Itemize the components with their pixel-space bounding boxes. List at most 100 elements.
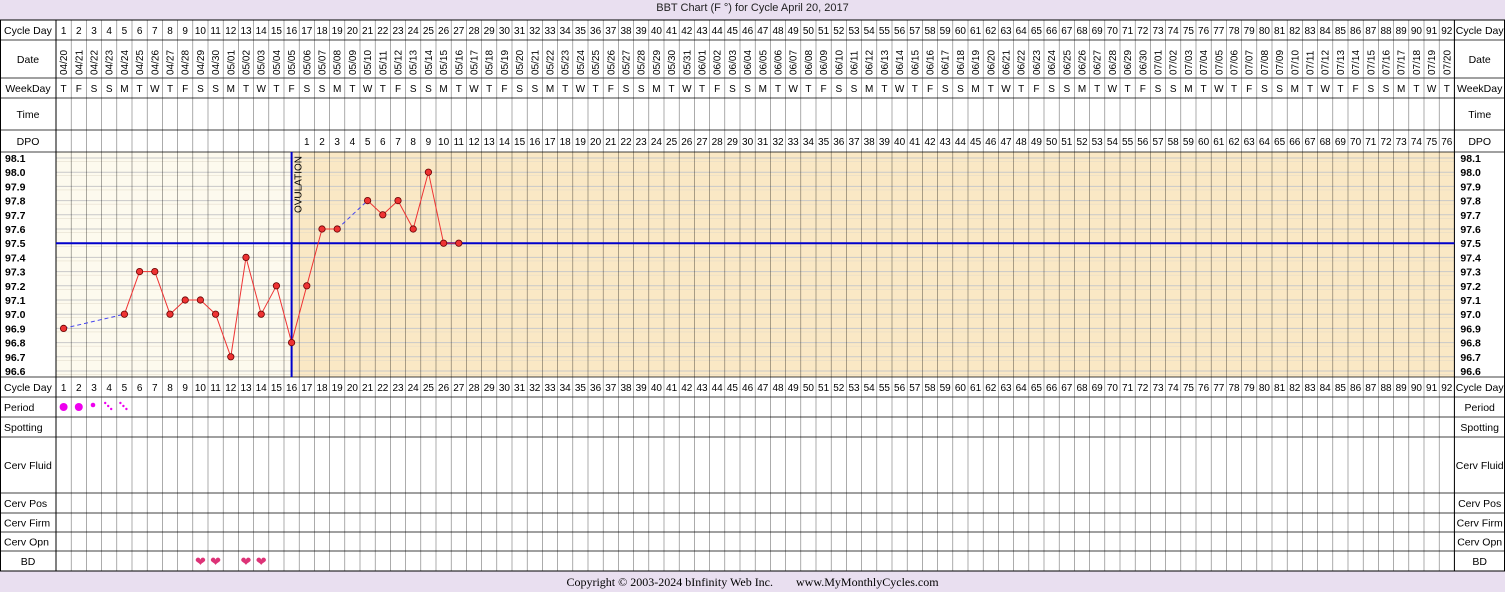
cycle-day-number: 61: [970, 383, 982, 394]
date-label: 04/20: [59, 50, 70, 75]
date-label: 06/21: [1002, 50, 1013, 75]
weekday-label: F: [821, 84, 827, 95]
weekday-label: W: [256, 84, 266, 95]
date-label: 05/01: [226, 50, 237, 75]
cycle-day-number: 72: [1137, 383, 1149, 394]
cycle-day-number: 77: [1213, 383, 1225, 394]
cycle-day-number: 50: [803, 26, 815, 37]
cycle-day-number: 18: [316, 26, 328, 37]
weekday-label: F: [76, 84, 82, 95]
dpo-number: 24: [651, 137, 663, 148]
weekday-label: T: [243, 84, 249, 95]
weekday-label: W: [576, 84, 586, 95]
date-label: 06/08: [804, 50, 815, 75]
cycle-day-number: 56: [894, 26, 906, 37]
weekday-label: T: [486, 84, 492, 95]
weekday-label: S: [623, 84, 630, 95]
cycle-day-number: 51: [818, 383, 830, 394]
temp-point: [242, 253, 250, 261]
dpo-number: 52: [1076, 137, 1088, 148]
date-label: 05/04: [272, 50, 283, 75]
weekday-label: W: [363, 84, 373, 95]
cycle-day-number: 42: [681, 26, 693, 37]
cycle-day-number: 49: [788, 26, 800, 37]
row-label-date: Date: [17, 54, 39, 66]
cycle-day-number: 10: [195, 26, 207, 37]
cycle-day-number: 9: [182, 383, 188, 394]
weekday-label: W: [1214, 84, 1224, 95]
dpo-number: 73: [1396, 137, 1408, 148]
weekday-label: S: [957, 84, 964, 95]
cycle-day-number: 45: [727, 383, 739, 394]
dpo-number: 34: [803, 137, 815, 148]
row-label-right-cerv_opn: Cerv Opn: [1457, 537, 1502, 549]
date-label: 06/25: [1062, 50, 1073, 75]
date-label: 06/04: [743, 50, 754, 75]
cycle-day-number: 22: [377, 26, 389, 37]
y-tick-label: 96.6: [5, 366, 26, 378]
date-label: 05/29: [652, 50, 663, 75]
cycle-day-number: 75: [1183, 383, 1195, 394]
cycle-day-number: 54: [864, 383, 876, 394]
weekday-label: W: [1001, 84, 1011, 95]
dpo-number: 66: [1289, 137, 1301, 148]
date-label: 04/26: [150, 50, 161, 75]
cycle-day-number: 55: [879, 383, 891, 394]
date-label: 06/20: [986, 50, 997, 75]
weekday-label: F: [714, 84, 720, 95]
cycle-day-number: 75: [1183, 26, 1195, 37]
bd-heart-icon: ❤: [210, 554, 221, 569]
dpo-number: 62: [1228, 137, 1240, 148]
dpo-number: 61: [1213, 137, 1225, 148]
date-label: 05/08: [333, 50, 344, 75]
dpo-number: 14: [499, 137, 511, 148]
dpo-number: 42: [924, 137, 936, 148]
date-label: 05/20: [515, 50, 526, 75]
date-label: 04/23: [105, 50, 116, 75]
cycle-day-number: 2: [76, 26, 82, 37]
weekday-label: S: [106, 84, 113, 95]
dpo-number: 30: [742, 137, 754, 148]
y-tick-label: 96.7: [5, 352, 26, 364]
date-label: 04/30: [211, 50, 222, 75]
weekday-label: F: [608, 84, 614, 95]
period-spotting-dot: [107, 404, 110, 408]
dpo-number: 63: [1244, 137, 1256, 148]
cycle-day-number: 52: [833, 26, 845, 37]
y-tick-label-right: 97.5: [1460, 238, 1481, 250]
cycle-day-number: 58: [924, 26, 936, 37]
weekday-label: T: [273, 84, 279, 95]
date-label: 05/21: [530, 50, 541, 75]
site-link[interactable]: www.MyMonthlyCycles.com: [796, 575, 939, 589]
weekday-label: T: [1444, 84, 1450, 95]
cycle-day-number: 26: [438, 26, 450, 37]
dpo-number: 49: [1031, 137, 1043, 148]
weekday-label: T: [805, 84, 811, 95]
dpo-number: 1: [304, 137, 310, 148]
cycle-day-number: 77: [1213, 26, 1225, 37]
weekday-label: T: [562, 84, 568, 95]
cycle-day-number: 76: [1198, 383, 1210, 394]
dpo-number: 72: [1380, 137, 1392, 148]
dpo-number: 35: [818, 137, 830, 148]
cycle-day-number: 20: [347, 26, 359, 37]
temp-point: [272, 282, 280, 290]
cycle-day-number: 90: [1411, 26, 1423, 37]
date-label: 05/11: [378, 50, 389, 75]
cycle-day-number: 84: [1320, 26, 1332, 37]
cycle-day-number: 64: [1016, 383, 1028, 394]
cycle-day-number: 91: [1426, 26, 1438, 37]
row-label-right-date: Date: [1469, 54, 1491, 66]
dpo-number: 9: [426, 137, 432, 148]
weekday-label: W: [1320, 84, 1330, 95]
cycle-day-number: 65: [1031, 26, 1043, 37]
cycle-day-number: 22: [377, 383, 389, 394]
date-label: 06/13: [880, 50, 891, 75]
cycle-day-number: 17: [301, 383, 313, 394]
cycle-day-number: 65: [1031, 383, 1043, 394]
cycle-day-number: 36: [590, 383, 602, 394]
row-label-right-period: Period: [1465, 402, 1496, 414]
weekday-label: T: [1307, 84, 1313, 95]
date-label: 04/27: [166, 50, 177, 75]
date-label: 07/20: [1442, 50, 1453, 75]
